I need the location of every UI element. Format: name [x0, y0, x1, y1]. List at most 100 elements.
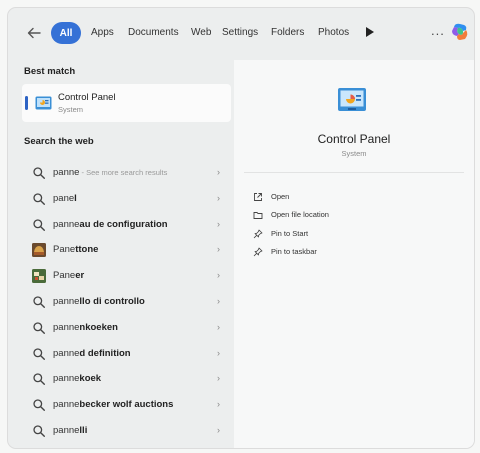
filter-bar: All Apps Documents Web Settings Folders … — [8, 8, 474, 60]
panettone-image — [32, 243, 46, 258]
suggestion-completion: l — [74, 192, 77, 204]
preview-title: Control Panel — [317, 132, 391, 146]
search-web-heading: Search the web — [24, 136, 94, 147]
chevron-right-icon[interactable]: › — [217, 270, 220, 280]
suggestion-completion: becker wolf auctions — [79, 399, 174, 411]
web-suggestion-row[interactable]: panneau de configuration › — [22, 212, 231, 238]
web-suggestion-row[interactable]: panne - See more search results › — [22, 160, 231, 186]
web-suggestion-row[interactable]: pannello di controllo › — [22, 289, 231, 315]
web-suggestion-row[interactable]: pannekoek › — [22, 366, 231, 392]
suggestion-text: panned definition — [53, 348, 131, 359]
action-pin-to-taskbar-label: Pin to taskbar — [271, 247, 317, 256]
filter-settings[interactable]: Settings — [222, 27, 258, 38]
play-more-icon[interactable] — [365, 26, 375, 38]
selection-indicator — [25, 96, 28, 110]
suggestion-completion: au de configuration — [79, 218, 168, 230]
open-icon — [254, 193, 262, 201]
suggestion-text: panel — [53, 193, 77, 204]
suggestion-typed: panne — [53, 296, 80, 307]
action-pin-to-start-label: Pin to Start — [271, 229, 309, 238]
suggestion-text: pannenkoeken — [53, 322, 118, 333]
pin-icon — [253, 229, 263, 239]
search-icon — [32, 398, 46, 412]
best-match-type: System — [58, 105, 84, 114]
suggestion-text: pannello di controllo — [53, 296, 145, 307]
suggestion-typed: panne — [53, 399, 80, 411]
web-suggestion-row[interactable]: Panettone › — [22, 237, 231, 263]
copilot-icon[interactable] — [450, 22, 470, 42]
chevron-right-icon[interactable]: › — [217, 193, 220, 203]
paneer-image — [32, 269, 46, 284]
preview-subtitle: System — [341, 149, 367, 158]
search-icon — [32, 347, 46, 361]
suggestion-typed: Pane — [53, 244, 76, 256]
filter-all[interactable]: All — [51, 22, 81, 44]
chevron-right-icon[interactable]: › — [217, 373, 220, 383]
web-suggestion-row[interactable]: panel › — [22, 186, 231, 212]
web-suggestion-row[interactable]: Paneer › — [22, 263, 231, 289]
web-suggestion-row[interactable]: panned definition › — [22, 341, 231, 367]
suggestion-completion: koek — [79, 373, 102, 385]
search-flyout: All Apps Documents Web Settings Folders … — [7, 7, 475, 449]
suggestion-completion: ttone — [75, 244, 99, 256]
best-match-heading: Best match — [24, 66, 76, 77]
suggestion-completion: d definition — [79, 347, 131, 359]
suggestion-text: pannebecker wolf auctions — [53, 399, 173, 410]
suggestion-completion: llo di controllo — [79, 296, 145, 307]
suggestion-typed: panne — [53, 347, 80, 359]
web-suggestion-row[interactable]: pannelli › — [22, 418, 231, 444]
chevron-right-icon[interactable]: › — [217, 322, 220, 332]
search-icon — [32, 424, 46, 438]
action-open-label: Open — [271, 192, 290, 201]
suggestion-typed: panne — [53, 425, 80, 436]
chevron-right-icon[interactable]: › — [217, 348, 220, 358]
chevron-right-icon[interactable]: › — [217, 425, 220, 435]
suggestion-typed: panne — [53, 373, 80, 385]
suggestion-typed: panne — [53, 321, 80, 333]
search-icon — [32, 218, 46, 232]
filter-web[interactable]: Web — [191, 27, 211, 38]
suggestion-typed: Pane — [53, 270, 76, 282]
search-icon — [32, 372, 46, 386]
more-options-button[interactable]: ... — [431, 23, 445, 38]
chevron-right-icon[interactable]: › — [217, 296, 220, 306]
chevron-right-icon[interactable]: › — [217, 399, 220, 409]
folder-icon — [253, 212, 263, 219]
control-panel-large-icon — [338, 88, 366, 111]
suggestion-text: Panettone — [53, 244, 98, 255]
best-match-name: Control Panel — [58, 92, 116, 103]
filter-apps[interactable]: Apps — [91, 27, 114, 38]
control-panel-icon — [35, 96, 52, 110]
search-icon — [32, 295, 46, 309]
search-icon — [32, 321, 46, 335]
chevron-right-icon[interactable]: › — [217, 167, 220, 177]
back-arrow-icon[interactable] — [26, 25, 42, 41]
best-match-item[interactable]: Control Panel System — [22, 84, 231, 122]
suggestion-completion: er — [75, 270, 85, 282]
suggestion-completion: nkoeken — [79, 321, 118, 333]
suggestion-typed: pane — [53, 192, 75, 204]
preview-pane: Control Panel System Open Open file loca… — [234, 60, 474, 448]
search-icon — [32, 192, 46, 206]
suggestion-text: pannekoek — [53, 373, 101, 384]
chevron-right-icon[interactable]: › — [217, 244, 220, 254]
filter-documents[interactable]: Documents — [128, 27, 179, 38]
search-icon — [32, 166, 46, 180]
suggestion-text: Paneer — [53, 270, 84, 281]
suggestion-typed: panne — [53, 167, 80, 178]
web-suggestion-row[interactable]: pannenkoeken › — [22, 315, 231, 341]
preview-divider — [244, 172, 464, 173]
filter-folders[interactable]: Folders — [271, 27, 304, 38]
pin-icon — [253, 247, 263, 257]
web-suggestion-row[interactable]: pannebecker wolf auctions › — [22, 392, 231, 418]
suggestion-text: panneau de configuration — [53, 219, 168, 230]
suggestion-text: panne - See more search results — [53, 167, 167, 178]
suggestion-hint: - See more search results — [79, 168, 168, 177]
filter-photos[interactable]: Photos — [318, 27, 349, 38]
chevron-right-icon[interactable]: › — [217, 219, 220, 229]
suggestion-completion: lli — [79, 425, 88, 436]
results-list: Best match Control Panel System Search t… — [19, 60, 232, 448]
suggestion-text: pannelli — [53, 425, 87, 436]
action-open-file-location-label: Open file location — [271, 210, 329, 219]
suggestion-typed: panne — [53, 218, 80, 230]
